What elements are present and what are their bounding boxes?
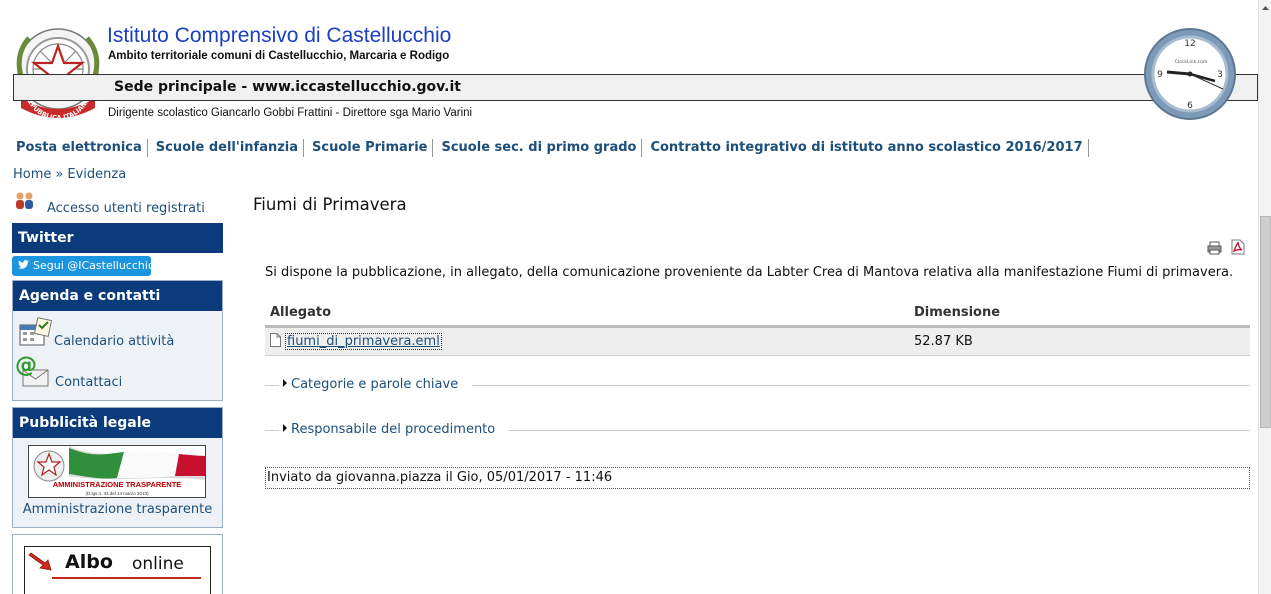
nav-posta-elettronica[interactable]: Posta elettronica (13, 139, 148, 157)
amministrazione-trasparente-link[interactable]: Amministrazione trasparente (13, 502, 222, 517)
users-icon (16, 192, 33, 209)
responsabile-toggle[interactable]: Responsabile del procedimento (279, 422, 510, 437)
sede-text: Sede principale - www.iccastellucchio.go… (114, 79, 461, 95)
calendar-link[interactable]: Calendario attività (54, 334, 174, 349)
twitter-follow-label: Segui @ICastellucchio (33, 259, 155, 272)
nav-contratto-integrativo[interactable]: Contratto integrativo di istituto anno s… (647, 139, 1089, 157)
site-title[interactable]: Istituto Comprensivo di Castellucchio (107, 24, 451, 48)
nav-scuole-infanzia[interactable]: Scuole dell'infanzia (153, 139, 305, 157)
clock-icon[interactable]: 12 3 6 9 ClockLink.com (1143, 27, 1237, 121)
agenda-title: Agenda e contatti (13, 281, 222, 311)
clock-9: 9 (1157, 70, 1163, 80)
albo-block: Albo online (12, 534, 223, 594)
vertical-scrollbar[interactable] (1258, 0, 1271, 594)
attachment-link[interactable]: fiumi_di_primavera.eml (285, 333, 442, 350)
svg-text:@: @ (15, 353, 37, 378)
page-title: Fiumi di Primavera (253, 195, 407, 214)
dirigente-text: Dirigente scolastico Giancarlo Gobbi Fra… (108, 107, 473, 119)
twitter-follow-button[interactable]: Segui @ICastellucchio (12, 256, 155, 276)
print-icon[interactable] (1207, 241, 1222, 255)
scrollbar-thumb[interactable] (1260, 216, 1271, 428)
categorie-toggle[interactable]: Categorie e parole chiave (279, 377, 473, 392)
submitted-info: Inviato da giovanna.piazza il Gio, 05/01… (265, 467, 1250, 489)
clock-12: 12 (1184, 39, 1195, 49)
email-contact-icon: @ (15, 353, 49, 387)
expand-triangle-icon (283, 424, 287, 432)
albo-online-banner[interactable]: Albo online (24, 546, 211, 594)
body-text: Si dispone la pubblicazione, in allegato… (265, 265, 1234, 280)
responsabile-fieldset: Responsabile del procedimento (265, 423, 1250, 437)
amm-banner-label: AMMINISTRAZIONE TRASPARENTE (52, 480, 182, 489)
red-arrow-icon (28, 552, 52, 571)
file-icon (270, 333, 281, 347)
amministrazione-trasparente-banner[interactable]: AMMINISTRAZIONE TRASPARENTE (D.lgs n. 33… (28, 445, 206, 498)
column-header-allegato: Allegato (265, 300, 910, 328)
left-sidebar: Accesso utenti registrati Twitter Segui … (12, 190, 223, 594)
attachments-table: Allegato Dimensione fiumi_di_primavera.e… (265, 300, 1250, 356)
twitter-bird-icon (18, 256, 30, 276)
contacts-link[interactable]: Contattaci (55, 375, 122, 390)
table-header-row: Allegato Dimensione (265, 300, 1250, 328)
amm-banner-sub: (D.lgs n. 33 del 14 marzo 2013) (85, 491, 149, 496)
breadcrumb-evidenza[interactable]: Evidenza (67, 167, 126, 182)
top-navigation: Posta elettronica Scuole dell'infanzia S… (13, 138, 1094, 158)
agenda-block: Agenda e contatti Calendario attività @ … (12, 280, 223, 401)
clock-brand: ClockLink.com (1175, 59, 1207, 65)
twitter-block: Twitter Segui @ICastellucchio (12, 223, 223, 276)
main-content: Fiumi di Primavera Si dispone la pubblic… (252, 190, 1252, 594)
breadcrumb-home[interactable]: Home (13, 167, 51, 182)
albo-title: Albo (65, 551, 113, 573)
categorie-label: Categorie e parole chiave (291, 377, 459, 392)
categorie-fieldset: Categorie e parole chiave (265, 378, 1250, 392)
republic-emblem-icon: REPUBBLICA ITALIANA (16, 28, 100, 119)
attachment-cell: fiumi_di_primavera.eml (265, 326, 910, 356)
twitter-title: Twitter (12, 223, 223, 253)
table-row: fiumi_di_primavera.eml 52.87 KB (265, 326, 1250, 356)
pubblicita-title: Pubblicità legale (13, 408, 222, 438)
calendar-icon (19, 317, 53, 346)
attachment-size: 52.87 KB (910, 326, 1250, 356)
breadcrumb-separator: » (55, 167, 64, 182)
pdf-icon[interactable] (1231, 239, 1245, 255)
login-link[interactable]: Accesso utenti registrati (47, 201, 205, 216)
site-subtitle: Ambito territoriale comuni di Castellucc… (108, 50, 450, 62)
sede-bar: Sede principale - www.iccastellucchio.go… (13, 74, 1258, 101)
scroll-up-arrow-icon[interactable] (1259, 0, 1271, 16)
responsabile-label: Responsabile del procedimento (291, 422, 496, 437)
clock-6: 6 (1187, 101, 1193, 111)
nav-scuole-secondarie[interactable]: Scuole sec. di primo grado (438, 139, 643, 157)
expand-triangle-icon (283, 379, 287, 387)
login-block: Accesso utenti registrati (12, 190, 223, 218)
nav-scuole-primarie[interactable]: Scuole Primarie (309, 139, 434, 157)
pubblicita-legale-block: Pubblicità legale AMMINISTRAZIONE TRASPA… (12, 407, 223, 528)
site-header: REPUBBLICA ITALIANA Istituto Comprensivo… (0, 0, 1258, 130)
column-header-dimensione: Dimensione (910, 300, 1250, 328)
breadcrumb: Home » Evidenza (13, 167, 126, 182)
albo-online-text: online (132, 554, 184, 574)
clock-3: 3 (1217, 70, 1223, 80)
albo-underline (52, 577, 201, 579)
